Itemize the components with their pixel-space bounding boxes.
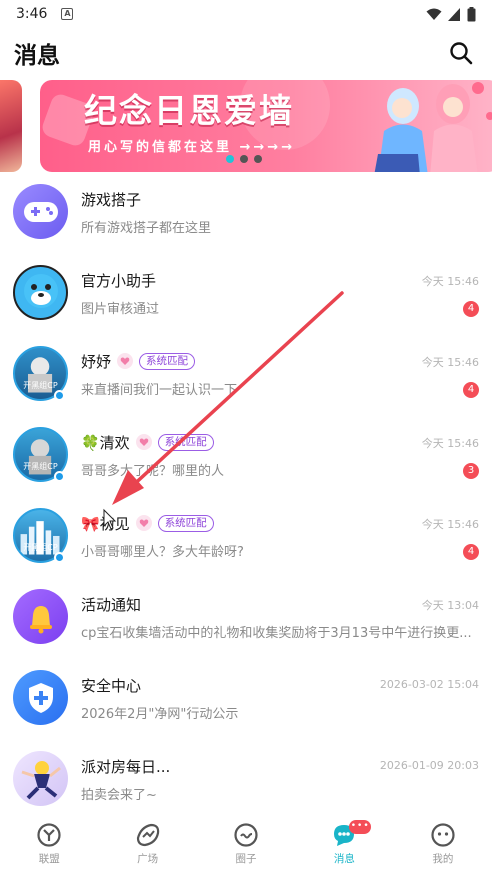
- message-time: 今天 15:46: [421, 518, 479, 531]
- unread-badge: 4: [463, 301, 479, 317]
- alliance-icon: [37, 823, 61, 847]
- search-button[interactable]: [444, 36, 478, 70]
- wifi-icon: [426, 8, 442, 20]
- profile-icon: [431, 823, 455, 847]
- banner-heading: 纪念日恩爱墙: [84, 91, 294, 130]
- message-preview: 拍卖会来了~: [81, 788, 157, 803]
- tab-label: 圈子: [235, 853, 257, 865]
- unread-badge: 3: [463, 463, 479, 479]
- online-indicator: [54, 390, 65, 401]
- message-preview: 图片审核通过: [81, 302, 160, 317]
- shield-icon: [28, 682, 53, 713]
- gamepad-icon: [23, 201, 58, 222]
- contact-name: 🍀清欢: [81, 433, 130, 452]
- contact-name: 安全中心: [81, 676, 142, 695]
- contact-name: 🎀初见: [81, 514, 130, 533]
- heart-icon: [117, 353, 134, 369]
- tab-square[interactable]: 广场: [98, 814, 196, 874]
- list-item-chujian[interactable]: 开黑组CP 🎀初见 系统匹配 小哥哥哪里人？多大年龄呀? 今天 15:46 4: [0, 502, 492, 583]
- message-preview: cp宝石收集墙活动中的礼物和收集奖励将于3月13号中午进行换更...: [81, 626, 472, 641]
- battery-icon: [467, 6, 476, 21]
- banner-subtitle: 用心写的信都在这里 →→→→: [88, 140, 296, 155]
- bottom-tab-bar: 联盟 广场 圈子 ••• 消息 我的: [0, 814, 492, 874]
- message-preview: 小哥哥哪里人？多大年龄呀?: [81, 545, 244, 560]
- message-time: 今天 15:46: [421, 356, 479, 369]
- new-message-badge: •••: [349, 820, 372, 834]
- avatar: [13, 751, 68, 806]
- online-indicator: [54, 471, 65, 482]
- notification-icon: A: [61, 8, 74, 20]
- match-tag: 系统匹配: [157, 433, 214, 451]
- search-icon: [450, 42, 473, 65]
- banner-prev-slide[interactable]: [0, 80, 22, 172]
- avatar: [13, 265, 68, 320]
- tab-label: 我的: [432, 853, 454, 865]
- list-item-security-center[interactable]: 安全中心 2026年2月"净网"行动公示 2026-03-02 15:04: [0, 664, 492, 745]
- banner-pagination: [226, 155, 262, 163]
- unread-badge: 4: [463, 544, 479, 560]
- tab-circle[interactable]: 圈子: [197, 814, 295, 874]
- couple-illustration: [374, 82, 492, 172]
- message-time: 今天 13:04: [421, 599, 479, 612]
- tab-messages[interactable]: ••• 消息: [295, 814, 393, 874]
- seal-mascot-icon: [23, 273, 58, 308]
- signal-icon: [448, 7, 460, 21]
- banner-slide[interactable]: 纪念日恩爱墙 用心写的信都在这里 →→→→: [40, 80, 492, 172]
- list-item-game-buddy[interactable]: 游戏搭子 所有游戏搭子都在这里: [0, 178, 492, 259]
- contact-name: 游戏搭子: [81, 190, 142, 209]
- status-bar: 3:46 A: [0, 0, 492, 28]
- banner-dot[interactable]: [240, 155, 248, 163]
- list-item-qinghuan[interactable]: 开黑组CP 🍀清欢 系统匹配 哥哥多大了呢？哪里的人 今天 15:46 3: [0, 421, 492, 502]
- message-time: 2026-03-02 15:04: [379, 678, 479, 691]
- list-item-official-assistant[interactable]: 官方小助手 图片审核通过 今天 15:46 4: [0, 259, 492, 340]
- banner-dot[interactable]: [254, 155, 262, 163]
- tab-label: 联盟: [38, 853, 60, 865]
- page-header: 消息: [0, 28, 492, 78]
- banner-dot[interactable]: [226, 155, 234, 163]
- unread-badge: 4: [463, 382, 479, 398]
- message-time: 今天 15:46: [421, 437, 479, 450]
- message-list: 游戏搭子 所有游戏搭子都在这里 官方小助手 图片审核通过 今天 15:46 4 …: [0, 178, 492, 826]
- message-time: 今天 15:46: [421, 275, 479, 288]
- avatar: [13, 184, 68, 239]
- match-tag: 系统匹配: [139, 352, 196, 370]
- contact-name: 官方小助手: [81, 271, 157, 290]
- message-preview: 所有游戏搭子都在这里: [81, 221, 212, 236]
- tab-label: 广场: [137, 853, 159, 865]
- contact-name: 妤妤: [81, 352, 112, 371]
- contact-name: 活动通知: [81, 595, 142, 614]
- tab-label: 消息: [333, 853, 355, 865]
- avatar: [13, 589, 68, 644]
- avatar: [13, 670, 68, 725]
- list-item-activity-notice[interactable]: 活动通知 cp宝石收集墙活动中的礼物和收集奖励将于3月13号中午进行换更... …: [0, 583, 492, 664]
- page-title: 消息: [14, 43, 60, 69]
- bell-icon: [29, 605, 52, 633]
- banner-carousel[interactable]: 纪念日恩爱墙 用心写的信都在这里 →→→→: [0, 78, 492, 178]
- list-item-yuyu[interactable]: 开黑组CP 妤妤 系统匹配 来直播间我们一起认识一下 今天 15:46 4: [0, 340, 492, 421]
- heart-icon: [135, 434, 152, 450]
- match-tag: 系统匹配: [157, 514, 214, 532]
- status-time: 3:46: [16, 6, 48, 22]
- contact-name: 派对房每日...: [81, 757, 171, 776]
- dancer-illustration: [21, 760, 61, 799]
- tab-profile[interactable]: 我的: [394, 814, 492, 874]
- message-preview: 2026年2月"净网"行动公示: [81, 707, 239, 722]
- circle-icon: [234, 823, 258, 847]
- square-icon: [136, 823, 159, 847]
- message-preview: 来直播间我们一起认识一下: [81, 383, 238, 398]
- message-preview: 哥哥多大了呢？哪里的人: [81, 464, 225, 479]
- message-time: 2026-01-09 20:03: [379, 759, 479, 772]
- heart-icon: [135, 515, 152, 531]
- tab-alliance[interactable]: 联盟: [0, 814, 98, 874]
- online-indicator: [54, 552, 65, 563]
